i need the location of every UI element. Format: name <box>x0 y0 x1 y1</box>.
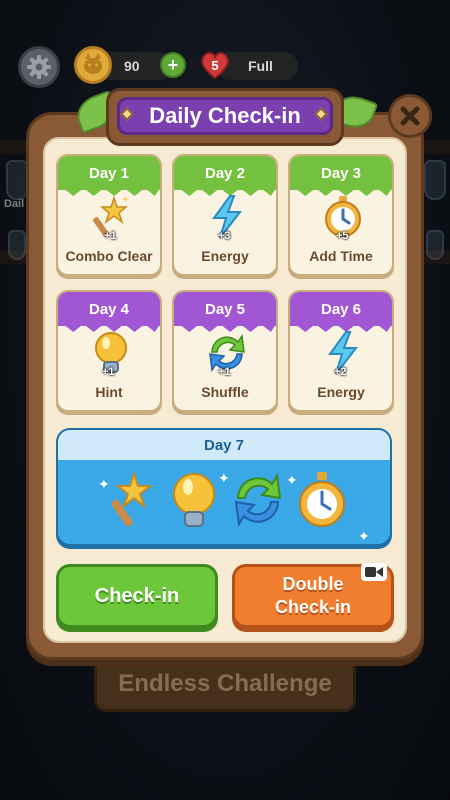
double-line1: Double <box>282 574 344 594</box>
day-card[interactable]: Day 6 +2 Energy <box>288 290 394 412</box>
double-line2: Check-in <box>274 597 352 617</box>
day-card[interactable]: Day 1 ✦ +1 Combo Clear <box>56 154 162 276</box>
day-header: Day 7 <box>58 430 390 460</box>
double-checkin-button[interactable]: Double Check-in <box>232 563 394 628</box>
top-hud: 90 + 5 Full <box>0 46 450 88</box>
day-card[interactable]: Day 4 +1 Hint <box>56 290 162 412</box>
lives-count: 5 <box>211 57 219 73</box>
day-header: Day 6 <box>290 292 392 326</box>
day-header: Day 4 <box>58 292 160 326</box>
stopwatch-icon <box>299 472 345 527</box>
reward-label: Combo Clear <box>65 248 153 264</box>
reward-quantity: +1 <box>218 366 231 378</box>
title-frame: Daily Check-in <box>106 88 344 146</box>
reward-label: Add Time <box>309 248 373 264</box>
svg-text:✦: ✦ <box>122 195 129 204</box>
day-header: Day 3 <box>290 156 392 190</box>
day-header: Day 5 <box>174 292 276 326</box>
reward-label: Hint <box>95 384 123 400</box>
reward-quantity: +1 <box>104 230 117 242</box>
reward-label: Energy <box>317 384 365 400</box>
coin-count: 90 <box>124 58 140 74</box>
settings-gear-icon <box>18 46 60 88</box>
wand-icon <box>111 470 153 527</box>
close-icon <box>400 106 420 126</box>
day-card[interactable]: Day 5 +1 Shuffle <box>172 290 278 412</box>
checkin-button[interactable]: Check-in <box>56 564 218 628</box>
double-checkin-label: Double Check-in <box>275 573 351 619</box>
dialog-title: Daily Check-in <box>117 97 333 135</box>
lives-status: Full <box>248 58 273 74</box>
sparkle-icon: ✦ <box>98 476 110 492</box>
checkin-label: Check-in <box>94 584 180 607</box>
day-card[interactable]: Day 3 +5 Add Time <box>288 154 394 276</box>
day7-card[interactable]: Day 7 ✦ ✦ ✦ ✦ <box>56 428 392 546</box>
reward-quantity: +5 <box>336 230 349 242</box>
day7-rewards: ✦ ✦ ✦ ✦ <box>58 470 390 544</box>
heart-icon: 5 <box>198 48 232 82</box>
shuffle-icon <box>234 473 282 527</box>
lightbulb-icon <box>173 473 215 527</box>
cat-coin-icon <box>74 46 112 84</box>
reward-label: Shuffle <box>201 384 249 400</box>
reward-quantity: +1 <box>102 366 115 378</box>
reward-quantity: +3 <box>218 230 231 242</box>
day-header: Day 2 <box>174 156 276 190</box>
day-header: Day 1 <box>58 156 160 190</box>
video-ad-icon <box>361 563 387 581</box>
sparkle-icon: ✦ <box>358 528 370 544</box>
reward-label: Energy <box>201 248 249 264</box>
add-coins-icon: + <box>160 52 186 78</box>
reward-quantity: +2 <box>334 366 347 378</box>
close-button[interactable] <box>388 94 432 138</box>
day-card[interactable]: Day 2 +3 Energy <box>172 154 278 276</box>
sparkle-icon: ✦ <box>286 472 298 488</box>
dialog-title-banner: Daily Check-in <box>71 86 379 148</box>
sparkle-icon: ✦ <box>218 470 230 486</box>
